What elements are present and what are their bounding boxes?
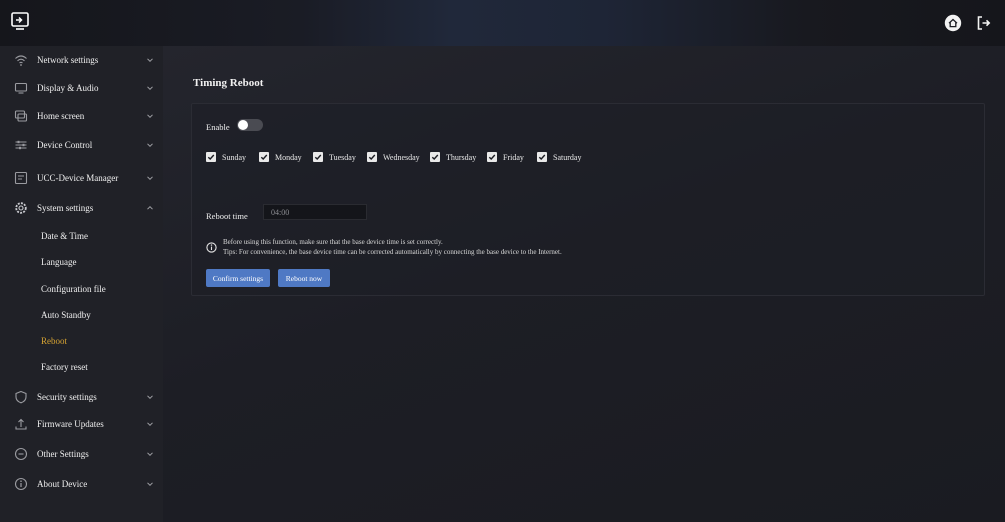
sidebar-subitem-auto-standby[interactable]: Auto Standby [0,302,163,328]
day-checkbox-saturday[interactable]: Saturday [537,151,581,163]
reboot-time-label: Reboot time [206,211,248,221]
chevron-down-icon [147,143,153,148]
sidebar-subitem-label: Reboot [41,336,67,346]
page-title: Timing Reboot [193,77,264,89]
sidebar-item-label: System settings [37,203,94,213]
day-checkbox-monday[interactable]: Monday [259,151,302,163]
home-screen-icon [14,110,28,122]
gear-icon [15,202,27,214]
day-label: Friday [503,152,524,162]
day-checkbox-friday[interactable]: Friday [487,151,524,163]
app-logo-icon [11,12,29,30]
chevron-down-icon [147,422,153,427]
enable-toggle[interactable] [237,119,263,131]
sidebar-item-home-screen[interactable]: Home screen [0,102,163,130]
sidebar-item-label: Display & Audio [37,83,99,93]
sidebar-subitem-date-time[interactable]: Date & Time [0,223,163,249]
chevron-down-icon [147,395,153,400]
chevron-down-icon [147,114,153,119]
sidebar-subitem-label: Language [41,257,77,267]
checkbox-checked-icon [313,152,323,162]
day-label: Saturday [553,152,582,162]
chevron-down-icon [147,482,153,487]
home-icon[interactable] [944,14,962,32]
checkbox-checked-icon [537,152,547,162]
sidebar-item-label: Security settings [37,392,97,402]
shield-icon [15,390,27,404]
logout-icon[interactable] [975,14,993,32]
checkbox-checked-icon [487,152,497,162]
sliders-icon [15,140,27,150]
chevron-down-icon [147,452,153,457]
upload-icon [15,418,27,430]
checkbox-checked-icon [430,152,440,162]
checkbox-checked-icon [206,152,216,162]
sidebar: Network settings Display & Audio Home sc… [0,46,163,522]
day-label: Tuesday [329,152,356,162]
day-label: Sunday [222,152,246,162]
info-icon [206,242,217,253]
monitor-icon [14,82,28,94]
sidebar-item-about-device[interactable]: About Device [0,470,163,498]
day-checkbox-thursday[interactable]: Thursday [430,151,476,163]
wifi-icon [15,55,27,66]
chevron-up-icon [147,205,153,210]
sidebar-subitem-label: Configuration file [41,284,106,294]
sidebar-item-system-settings[interactable]: System settings [0,194,163,222]
info-text-line1: Before using this function, make sure th… [223,238,443,246]
reboot-now-button[interactable]: Reboot now [278,269,330,287]
sidebar-item-label: Home screen [37,111,85,121]
sidebar-item-security-settings[interactable]: Security settings [0,383,163,411]
sidebar-item-label: Firmware Updates [37,419,104,429]
main-content: Timing Reboot Enable Sunday Monday Tuesd… [163,46,1005,522]
sidebar-item-label: Network settings [37,55,99,65]
toggle-knob [238,120,248,130]
sidebar-item-display-audio[interactable]: Display & Audio [0,74,163,102]
checkbox-checked-icon [259,152,269,162]
sidebar-item-firmware-updates[interactable]: Firmware Updates [0,410,163,438]
sidebar-item-label: Other Settings [37,449,89,459]
sidebar-subitem-label: Factory reset [41,362,88,372]
timing-reboot-panel: Enable Sunday Monday Tuesday Wednesday T… [191,103,985,296]
info-text-line2: Tips: For convenience, the base device t… [223,248,562,256]
sidebar-item-label: About Device [37,479,88,489]
top-bar [0,0,1005,46]
device-manager-icon [14,171,28,185]
sidebar-item-network-settings[interactable]: Network settings [0,46,163,74]
sidebar-subitem-label: Date & Time [41,231,89,241]
checkbox-checked-icon [367,152,377,162]
chevron-down-icon [147,58,153,63]
sidebar-item-label: UCC-Device Manager [37,173,119,183]
sidebar-subitem-label: Auto Standby [41,310,91,320]
day-checkbox-tuesday[interactable]: Tuesday [313,151,356,163]
day-checkbox-wednesday[interactable]: Wednesday [367,151,420,163]
day-checkbox-sunday[interactable]: Sunday [206,151,246,163]
day-label: Thursday [446,152,477,162]
chevron-down-icon [147,86,153,91]
day-label: Monday [275,152,302,162]
confirm-settings-button[interactable]: Confirm settings [206,269,270,287]
more-circle-icon [14,447,28,461]
sidebar-item-label: Device Control [37,140,93,150]
enable-label: Enable [206,122,230,132]
sidebar-subitem-configuration-file[interactable]: Configuration file [0,276,163,302]
info-circle-icon [14,477,28,491]
reboot-time-input[interactable] [263,204,367,220]
sidebar-item-other-settings[interactable]: Other Settings [0,440,163,468]
sidebar-subitem-reboot[interactable]: Reboot [0,328,163,354]
sidebar-subitem-language[interactable]: Language [0,249,163,275]
day-label: Wednesday [383,152,420,162]
sidebar-subitem-factory-reset[interactable]: Factory reset [0,354,163,380]
sidebar-item-ucc-device-manager[interactable]: UCC-Device Manager [0,164,163,192]
sidebar-item-device-control[interactable]: Device Control [0,131,163,159]
chevron-down-icon [147,176,153,181]
